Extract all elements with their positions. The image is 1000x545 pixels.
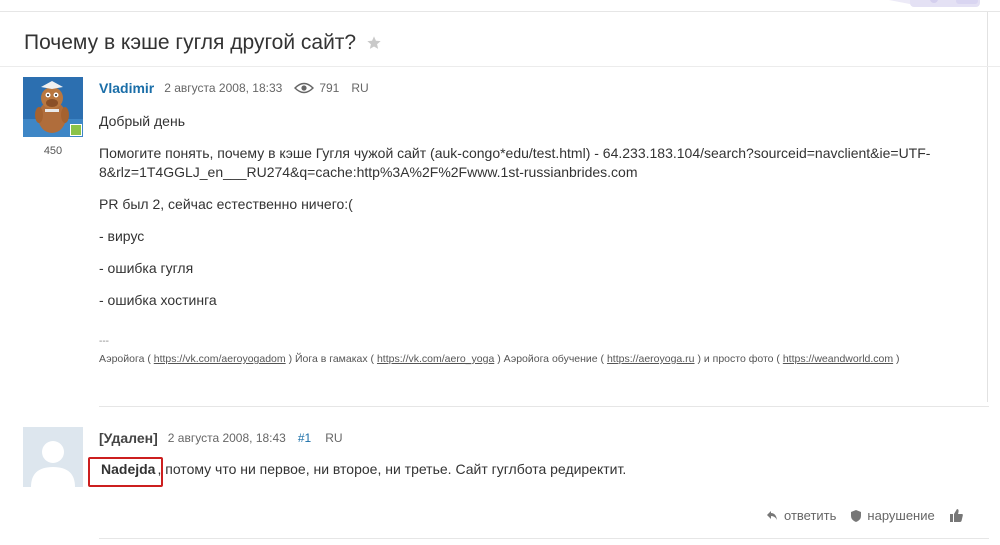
comment-actions: ответить нарушение [766, 508, 969, 523]
post-date: 2 августа 2008, 18:33 [164, 81, 283, 95]
like-button[interactable] [949, 509, 969, 522]
signature-text: ) Аэройога обучение ( [494, 353, 607, 365]
default-avatar [23, 427, 83, 487]
post-body: Добрый день Помогите понять, почему в кэ… [99, 112, 989, 323]
eye-icon [294, 82, 315, 94]
post-paragraph: - ошибка гугля [99, 260, 194, 276]
report-button[interactable]: нарушение [851, 508, 935, 523]
post-paragraph: PR был 2, сейчас естественно ничего:( [99, 196, 353, 212]
signature-text: ) Йога в гамаках ( [285, 353, 377, 365]
comment-bottom-separator [99, 538, 989, 539]
report-button-label: нарушение [867, 508, 935, 523]
signature-text: ) и просто фото ( [694, 353, 783, 365]
top-strip [0, 0, 1000, 12]
thumbs-up-icon [949, 509, 963, 522]
signature: Аэройога ( https://vk.com/aeroyogadom ) … [99, 352, 989, 366]
shield-icon [851, 509, 862, 522]
comment-meta: [Удален] 2 августа 2008, 18:43 #1 RU [99, 430, 343, 446]
comment-separator [99, 406, 989, 407]
post-paragraph: - ошибка хостинга [99, 292, 217, 308]
signature-text: Аэройога ( [99, 353, 154, 365]
signature-link[interactable]: https://vk.com/aero_yoga [377, 353, 494, 365]
post-language: RU [351, 81, 369, 95]
reply-button-label: ответить [784, 508, 837, 523]
signature-text: ) [893, 353, 900, 365]
highlight-box [88, 457, 163, 487]
comment-date: 2 августа 2008, 18:43 [167, 431, 286, 445]
comment-number[interactable]: #1 [298, 431, 311, 445]
views-counter: 791 [294, 81, 339, 95]
author-link[interactable]: Vladimir [99, 80, 154, 96]
signature-link[interactable]: https://vk.com/aeroyogadom [154, 353, 286, 365]
post-paragraph: Добрый день [99, 113, 185, 129]
post-paragraph: Помогите понять, почему в кэше Гугля чуж… [99, 145, 931, 180]
post-separator [0, 66, 1000, 67]
comment-text: , потому что ни первое, ни второе, ни тр… [157, 461, 627, 477]
signature-divider: --- [99, 336, 109, 347]
signature-link[interactable]: https://weandworld.com [783, 353, 893, 365]
reply-arrow-icon [767, 511, 777, 520]
reply-button[interactable]: ответить [766, 508, 836, 523]
banner-art-icon [888, 0, 980, 7]
post-meta: Vladimir 2 августа 2008, 18:33 791 RU [99, 80, 369, 96]
comment-body: Nadejda, потому что ни первое, ни второе… [99, 461, 626, 477]
title-row: Почему в кэше гугля другой сайт? [24, 31, 382, 55]
post-paragraph: - вирус [99, 228, 145, 244]
star-icon[interactable] [366, 35, 382, 51]
comment-language: RU [325, 431, 343, 445]
user-rating: 450 [43, 145, 63, 157]
signature-link[interactable]: https://aeroyoga.ru [607, 353, 695, 365]
comment-author: [Удален] [99, 430, 158, 446]
views-count: 791 [319, 81, 340, 95]
online-status-indicator [70, 124, 82, 136]
page-title: Почему в кэше гугля другой сайт? [24, 31, 357, 54]
